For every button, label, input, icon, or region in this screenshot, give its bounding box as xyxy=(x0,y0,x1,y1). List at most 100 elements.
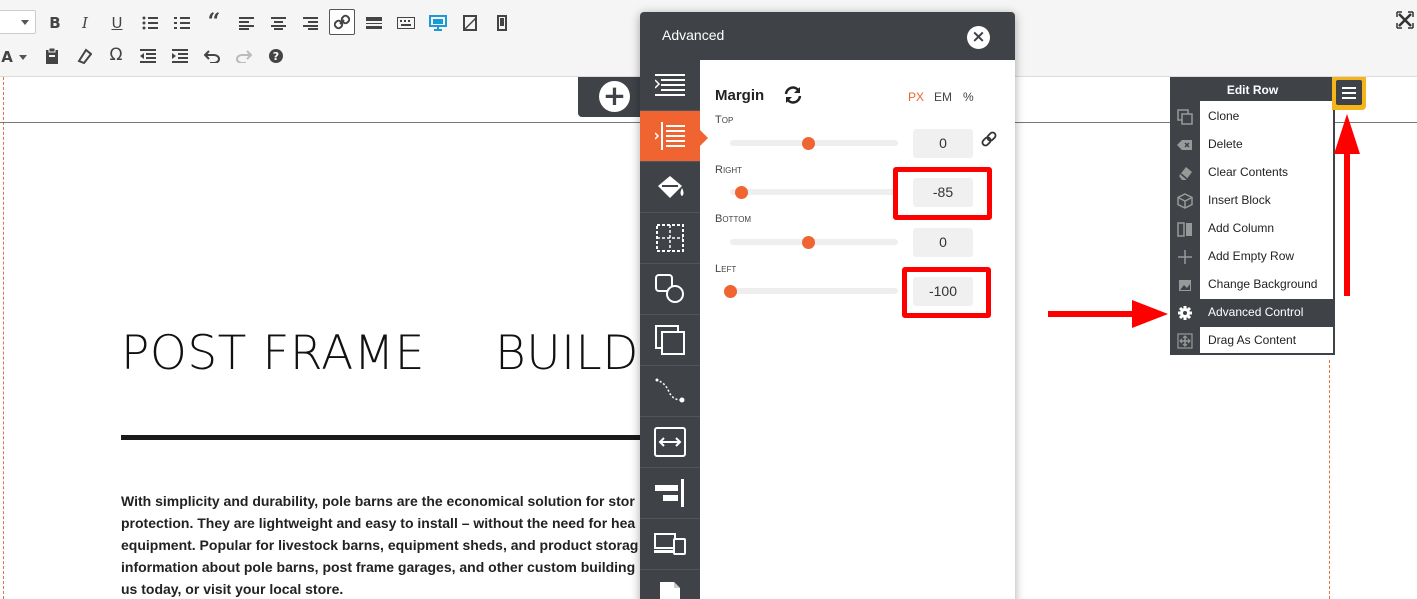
indent-icon[interactable] xyxy=(167,43,193,69)
svg-text:?: ? xyxy=(273,50,279,63)
cube-icon xyxy=(1177,193,1193,209)
margin-top-slider[interactable] xyxy=(730,137,898,150)
paste-text-icon[interactable] xyxy=(39,43,65,69)
add-block-button[interactable]: + xyxy=(599,81,630,112)
italic-icon[interactable]: I xyxy=(72,10,98,36)
row-menu-toggle[interactable] xyxy=(1332,77,1366,110)
menu-item-add-column[interactable]: Add Column xyxy=(1172,215,1333,243)
advanced-panel-title: Advanced xyxy=(662,27,725,43)
margin-top-label: Top xyxy=(715,114,734,126)
menu-item-label: Drag As Content xyxy=(1208,333,1297,347)
body-paragraph[interactable]: With simplicity and durability, pole bar… xyxy=(121,490,641,599)
highlight-box-left xyxy=(902,267,991,318)
margin-icon[interactable] xyxy=(640,111,700,162)
unit-percent[interactable]: % xyxy=(963,90,974,104)
menu-item-label: Add Column xyxy=(1208,221,1275,235)
edit-row-title: Edit Row xyxy=(1172,79,1333,101)
delete-icon xyxy=(1177,137,1193,153)
chevron-down-icon[interactable] xyxy=(10,44,36,70)
animation-path-icon[interactable] xyxy=(640,366,700,417)
text-align-icon[interactable] xyxy=(640,60,700,111)
border-icon[interactable] xyxy=(640,213,700,264)
menu-item-label: Change Background xyxy=(1208,277,1318,291)
annotation-arrow-right xyxy=(1048,300,1168,328)
align-center-icon[interactable] xyxy=(265,10,291,36)
slider-handle[interactable] xyxy=(802,137,815,150)
menu-item-advanced-control[interactable]: Advanced Control xyxy=(1172,299,1333,327)
margin-left-slider[interactable] xyxy=(724,285,898,298)
active-tab-pointer xyxy=(700,130,708,146)
annotation-arrow-up xyxy=(1334,114,1360,296)
margin-left-label: Left xyxy=(715,263,737,275)
heading-left[interactable]: POST FRAME xyxy=(121,326,425,381)
align-right-block-icon[interactable] xyxy=(640,468,700,519)
menu-item-label: Delete xyxy=(1208,137,1243,151)
slider-handle[interactable] xyxy=(734,186,748,199)
menu-item-label: Clear Contents xyxy=(1208,165,1289,179)
margin-right-label: Right xyxy=(715,164,743,176)
paragraph-line: equipment. Popular for livestock barns, … xyxy=(121,537,639,553)
document-icon[interactable] xyxy=(640,570,700,599)
margin-top-input[interactable]: 0 xyxy=(913,129,973,158)
responsive-devices-icon[interactable] xyxy=(640,519,700,570)
tablet-preview-icon[interactable] xyxy=(457,10,483,36)
menu-item-drag-as-content[interactable]: Drag As Content xyxy=(1172,327,1333,355)
width-icon[interactable] xyxy=(640,417,700,468)
row-boundary-left xyxy=(3,77,4,599)
format-select[interactable] xyxy=(0,10,36,34)
unit-em[interactable]: EM xyxy=(934,90,952,104)
align-left-icon[interactable] xyxy=(233,10,259,36)
highlight-box-right xyxy=(893,167,992,220)
margin-right-slider[interactable] xyxy=(730,186,898,199)
margin-bottom-slider[interactable] xyxy=(730,236,898,249)
paragraph-line: With simplicity and durability, pole bar… xyxy=(121,493,635,509)
menu-item-delete[interactable]: Delete xyxy=(1172,131,1333,159)
row-boundary-right xyxy=(1329,360,1330,599)
gear-icon xyxy=(1177,305,1193,321)
numbered-list-icon[interactable] xyxy=(169,10,195,36)
menu-item-clear-contents[interactable]: Clear Contents xyxy=(1172,159,1333,187)
close-panel-button[interactable]: × xyxy=(967,26,990,49)
undo-icon[interactable] xyxy=(199,43,225,69)
menu-item-label: Clone xyxy=(1208,109,1240,123)
clear-formatting-icon[interactable] xyxy=(71,43,97,69)
sync-icon[interactable] xyxy=(782,84,804,106)
layers-icon[interactable] xyxy=(640,315,700,366)
chevron-down-icon xyxy=(21,20,29,25)
link-icon[interactable] xyxy=(329,9,355,35)
align-right-icon[interactable] xyxy=(297,10,323,36)
margin-bottom-input[interactable]: 0 xyxy=(913,228,973,257)
desktop-preview-icon[interactable] xyxy=(425,10,451,36)
paint-bucket-icon[interactable] xyxy=(640,162,700,213)
heading-right[interactable]: BUILD xyxy=(495,326,639,381)
menu-item-clone[interactable]: Clone xyxy=(1172,103,1333,131)
menu-item-insert-block[interactable]: Insert Block xyxy=(1172,187,1333,215)
drag-icon xyxy=(1177,333,1193,349)
underline-icon[interactable]: U xyxy=(104,10,130,36)
menu-item-change-background[interactable]: Change Background xyxy=(1172,271,1333,299)
keyboard-icon[interactable] xyxy=(393,10,419,36)
mobile-preview-icon[interactable] xyxy=(489,10,515,36)
hamburger-icon xyxy=(1336,80,1362,105)
outdent-icon[interactable] xyxy=(135,43,161,69)
slider-handle[interactable] xyxy=(802,236,815,249)
shapes-icon[interactable] xyxy=(640,264,700,315)
blockquote-icon[interactable]: “ xyxy=(201,9,227,35)
special-character-icon[interactable]: Ω xyxy=(103,42,129,68)
paragraph-line: information about pole barns, post frame… xyxy=(121,559,636,575)
margin-label: Margin xyxy=(715,87,765,104)
help-icon[interactable]: ? xyxy=(263,43,289,69)
advanced-panel: Advanced × Margin PX EM % Top 0 Right -8… xyxy=(640,12,1015,599)
bold-icon[interactable]: B xyxy=(42,10,68,36)
margin-bottom-label: Bottom xyxy=(715,213,752,225)
read-more-icon[interactable] xyxy=(361,10,387,36)
paragraph-line: protection. They are lightweight and eas… xyxy=(121,515,636,531)
redo-icon[interactable] xyxy=(231,43,257,69)
paragraph-line: us today, or visit your local store. xyxy=(121,581,344,597)
slider-handle[interactable] xyxy=(724,285,737,298)
close-icon[interactable] xyxy=(1394,9,1416,31)
link-values-icon[interactable] xyxy=(980,130,998,148)
unit-px[interactable]: PX xyxy=(908,90,924,104)
menu-item-add-empty-row[interactable]: Add Empty Row xyxy=(1172,243,1333,271)
bullet-list-icon[interactable] xyxy=(137,10,163,36)
